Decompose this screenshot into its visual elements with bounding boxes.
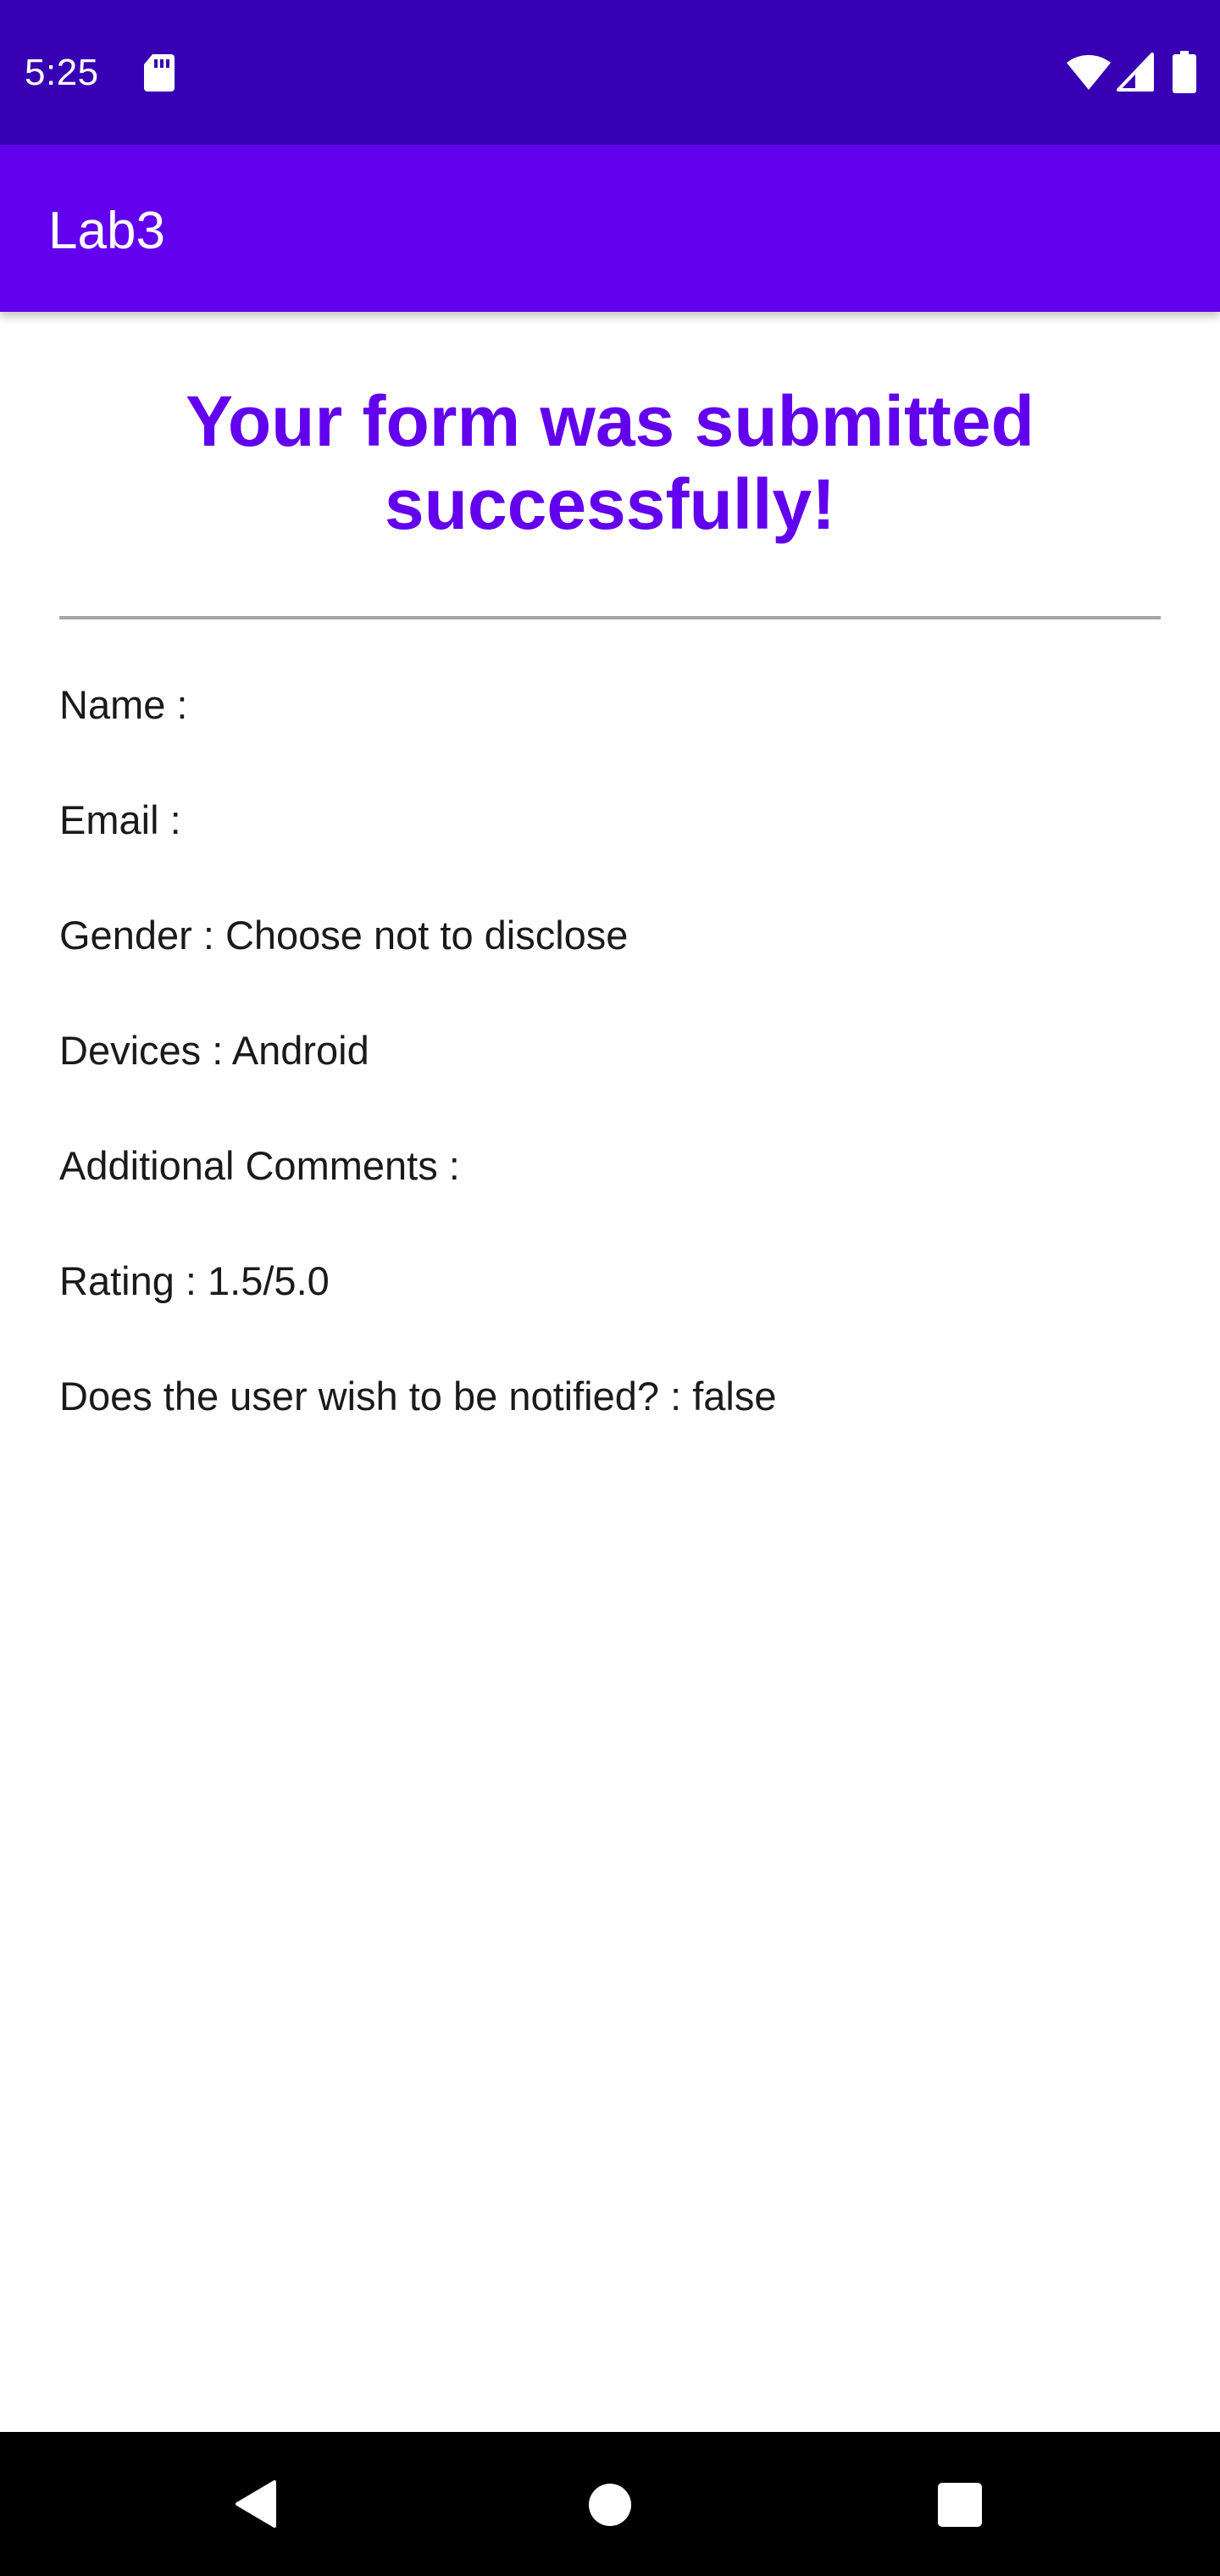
- field-rating: Rating : 1.5/5.0: [59, 1258, 330, 1303]
- status-time: 5:25: [25, 52, 99, 93]
- field-notify: Does the user wish to be notified? : fal…: [59, 1374, 777, 1418]
- field-additional-comments: Additional Comments :: [59, 1143, 460, 1188]
- battery-icon: [1173, 51, 1196, 93]
- success-heading: Your form was submitted successfully!: [186, 381, 1034, 544]
- app-bar: Lab3: [0, 145, 1220, 312]
- navigation-bar: [0, 2432, 1220, 2576]
- sd-card-icon: [144, 54, 175, 92]
- field-devices: Devices : Android: [59, 1028, 369, 1073]
- screen: 5:25 Lab3 Your form was submitted succes…: [0, 0, 1220, 2576]
- content-area: Your form was submitted successfully! Na…: [0, 312, 1220, 2432]
- wifi-icon: [1067, 55, 1111, 90]
- field-name: Name :: [59, 682, 188, 727]
- cell-signal-icon: [1117, 53, 1154, 92]
- field-gender: Gender : Choose not to disclose: [59, 913, 629, 958]
- back-icon[interactable]: [234, 2479, 278, 2529]
- app-title: Lab3: [48, 202, 165, 260]
- status-bar: 5:25: [0, 0, 1220, 145]
- recents-icon[interactable]: [938, 2483, 982, 2527]
- field-email: Email :: [59, 797, 181, 842]
- divider: [59, 616, 1161, 619]
- home-icon[interactable]: [588, 2483, 632, 2527]
